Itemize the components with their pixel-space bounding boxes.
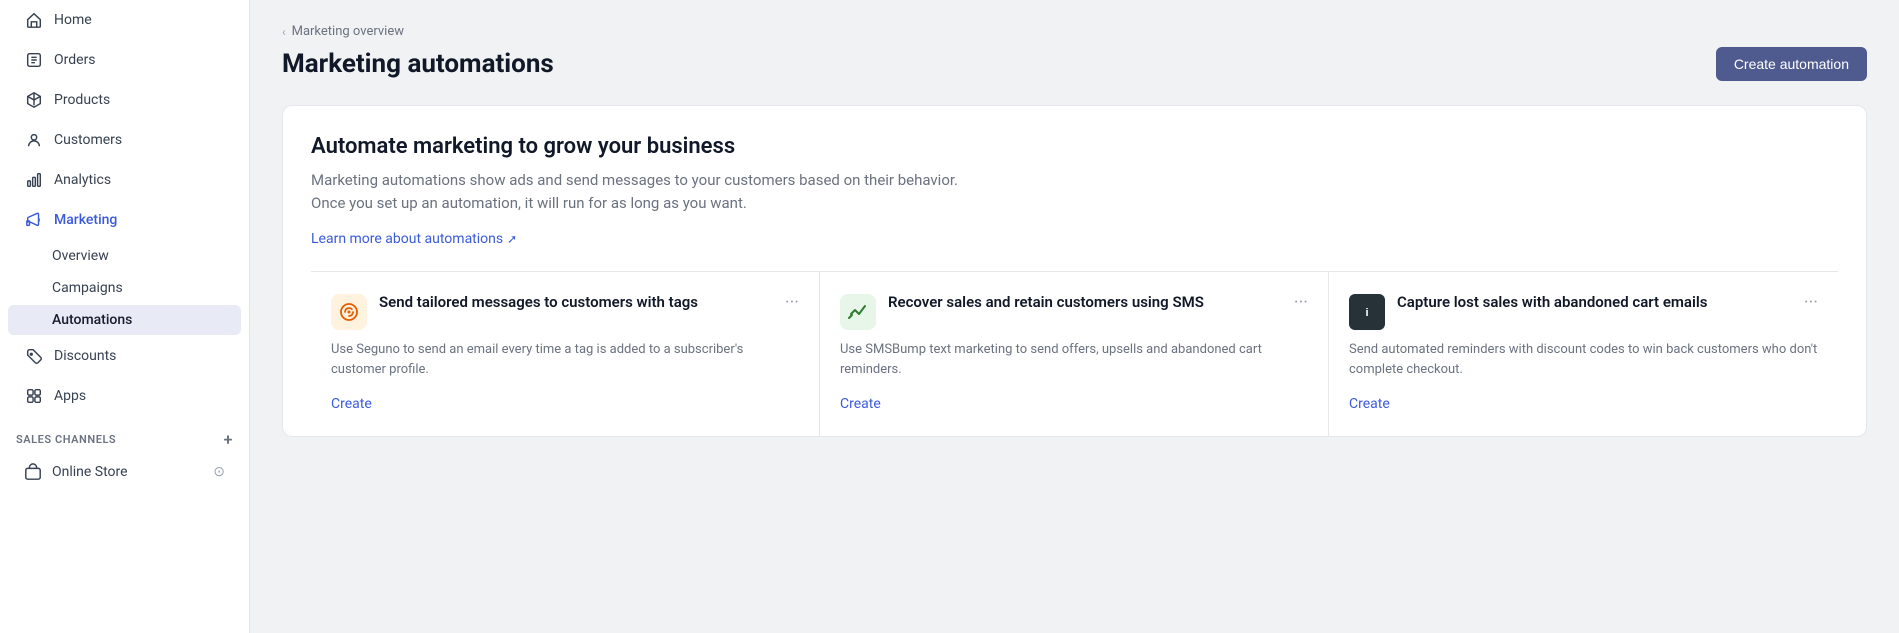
automation-card-abandoned-cart: i Capture lost sales with abandoned cart…: [1329, 272, 1838, 436]
automation-card-top-1: Recover sales and retain customers using…: [840, 292, 1308, 330]
page-header: Marketing automations Create automation: [282, 47, 1867, 81]
discounts-icon: [24, 346, 44, 366]
products-icon: [24, 90, 44, 110]
hero-title: Automate marketing to grow your business: [311, 134, 1838, 159]
learn-more-link[interactable]: Learn more about automations ➚: [311, 231, 517, 247]
sidebar-item-analytics[interactable]: Analytics: [8, 161, 241, 199]
online-store-settings-icon[interactable]: ⊙: [213, 464, 225, 480]
automation-card-smsbump: Recover sales and retain customers using…: [820, 272, 1329, 436]
sidebar-item-customers-label: Customers: [54, 132, 122, 148]
sidebar: Home Orders Products Customers: [0, 0, 250, 633]
seguno-icon: [331, 294, 367, 330]
sidebar-item-analytics-label: Analytics: [54, 172, 111, 188]
sales-channels-section: SALES CHANNELS +: [0, 420, 249, 453]
automation-title-0: Send tailored messages to customers with…: [379, 292, 706, 313]
sidebar-item-orders[interactable]: Orders: [8, 41, 241, 79]
sidebar-item-discounts-label: Discounts: [54, 348, 116, 364]
customers-icon: [24, 130, 44, 150]
breadcrumb-chevron: ‹: [282, 25, 286, 39]
hero-description: Marketing automations show ads and send …: [311, 169, 1838, 214]
automation-menu-1[interactable]: ···: [1294, 294, 1308, 312]
automation-desc-2: Send automated reminders with discount c…: [1349, 340, 1818, 379]
svg-text:i: i: [1365, 307, 1368, 319]
automation-menu-0[interactable]: ···: [785, 294, 799, 312]
automation-title-2: Capture lost sales with abandoned cart e…: [1397, 292, 1715, 313]
sidebar-sub-overview-label: Overview: [52, 248, 109, 264]
main-content: ‹ Marketing overview Marketing automatio…: [250, 0, 1899, 633]
orders-icon: [24, 50, 44, 70]
learn-more-label: Learn more about automations: [311, 231, 503, 247]
automation-card-seguno: Send tailored messages to customers with…: [311, 272, 820, 436]
page-title: Marketing automations: [282, 49, 554, 79]
sidebar-item-marketing[interactable]: Marketing: [8, 201, 241, 239]
sidebar-item-products-label: Products: [54, 92, 110, 108]
automation-menu-2[interactable]: ···: [1804, 294, 1818, 312]
automation-card-top-0: Send tailored messages to customers with…: [331, 292, 799, 330]
automation-desc-0: Use Seguno to send an email every time a…: [331, 340, 799, 379]
sidebar-item-home[interactable]: Home: [8, 1, 241, 39]
sidebar-sub-campaigns[interactable]: Campaigns: [8, 273, 241, 303]
sidebar-item-home-label: Home: [54, 12, 92, 28]
online-store-icon: [24, 463, 42, 481]
sidebar-item-apps[interactable]: Apps: [8, 377, 241, 415]
marketing-icon: [24, 210, 44, 230]
sidebar-sub-automations-label: Automations: [52, 312, 132, 328]
online-store-label: Online Store: [52, 464, 128, 480]
home-icon: [24, 10, 44, 30]
automation-desc-1: Use SMSBump text marketing to send offer…: [840, 340, 1308, 379]
create-automation-button[interactable]: Create automation: [1716, 47, 1867, 81]
external-link-icon: ➚: [507, 232, 517, 246]
sidebar-item-online-store[interactable]: Online Store ⊙: [8, 454, 241, 490]
sidebar-item-customers[interactable]: Customers: [8, 121, 241, 159]
apps-icon: [24, 386, 44, 406]
automation-create-0[interactable]: Create: [331, 396, 372, 412]
automation-icon-title-0: Send tailored messages to customers with…: [331, 292, 785, 330]
automation-icon-title-1: Recover sales and retain customers using…: [840, 292, 1294, 330]
sidebar-sub-overview[interactable]: Overview: [8, 241, 241, 271]
sidebar-item-orders-label: Orders: [54, 52, 96, 68]
main-card: Automate marketing to grow your business…: [282, 105, 1867, 437]
sidebar-item-discounts[interactable]: Discounts: [8, 337, 241, 375]
sales-channels-label: SALES CHANNELS: [16, 433, 116, 446]
sidebar-item-marketing-label: Marketing: [54, 212, 117, 228]
smsbump-icon: [840, 294, 876, 330]
analytics-icon: [24, 170, 44, 190]
sidebar-item-apps-label: Apps: [54, 388, 86, 404]
sidebar-sub-automations[interactable]: Automations: [8, 305, 241, 335]
automation-card-top-2: i Capture lost sales with abandoned cart…: [1349, 292, 1818, 330]
automation-grid: Send tailored messages to customers with…: [311, 271, 1838, 436]
online-store-left: Online Store: [24, 463, 128, 481]
automation-title-1: Recover sales and retain customers using…: [888, 292, 1212, 313]
automation-icon-title-2: i Capture lost sales with abandoned cart…: [1349, 292, 1804, 330]
automation-create-1[interactable]: Create: [840, 396, 881, 412]
add-sales-channel-icon[interactable]: +: [224, 430, 233, 449]
abandoned-cart-icon: i: [1349, 294, 1385, 330]
breadcrumb: ‹ Marketing overview: [282, 24, 1867, 39]
breadcrumb-parent-link[interactable]: Marketing overview: [292, 24, 404, 39]
automation-create-2[interactable]: Create: [1349, 396, 1390, 412]
sidebar-item-products[interactable]: Products: [8, 81, 241, 119]
sidebar-sub-campaigns-label: Campaigns: [52, 280, 123, 296]
